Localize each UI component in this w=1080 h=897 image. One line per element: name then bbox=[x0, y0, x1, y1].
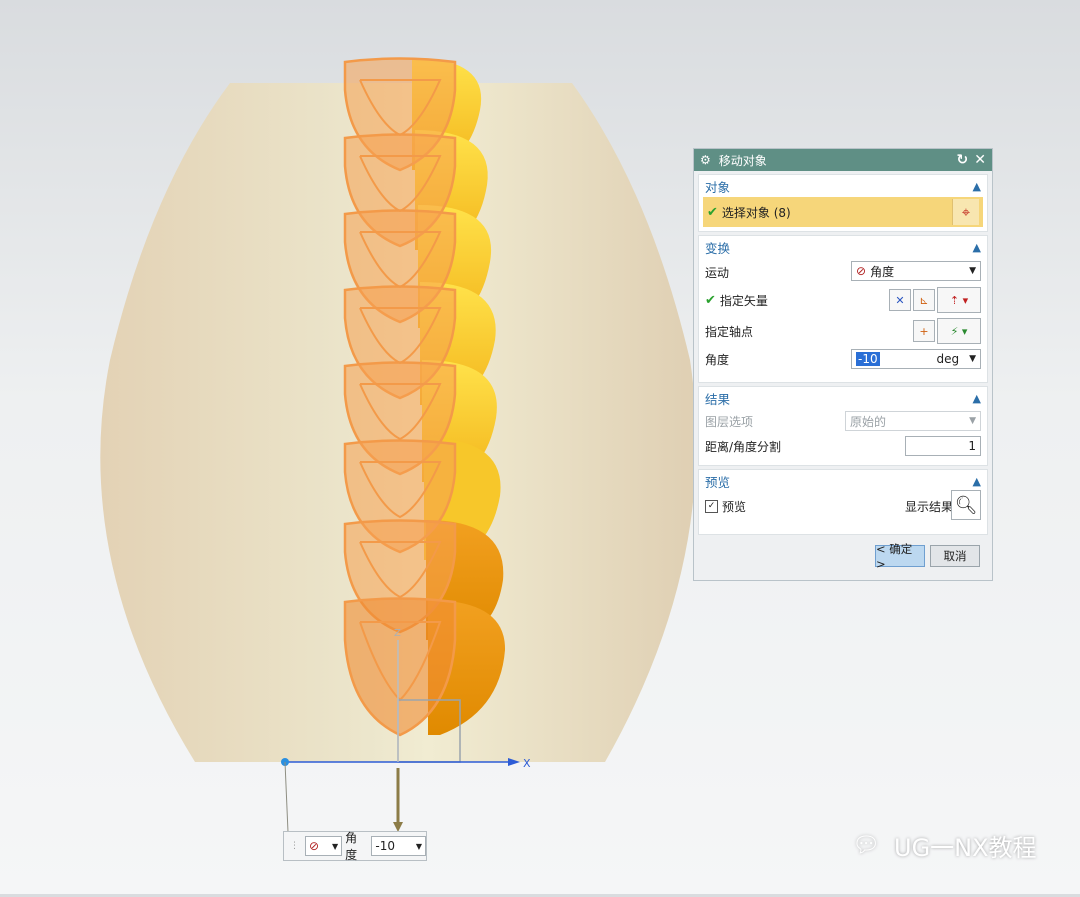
select-object-label: 选择对象 (8) bbox=[721, 205, 791, 220]
point-dialog-icon[interactable]: + bbox=[913, 320, 935, 342]
angle-value[interactable]: -10 bbox=[856, 352, 880, 366]
watermark: 💬︎ UG一NX教程 bbox=[846, 828, 1037, 863]
inferred-point-icon[interactable]: ⚡ ▾ bbox=[937, 318, 981, 344]
select-object-row[interactable]: ✔ 选择对象 (8) ⌖ bbox=[703, 197, 983, 227]
wechat-icon: 💬︎ bbox=[852, 833, 880, 858]
angle-label: 角度 bbox=[705, 352, 730, 367]
angle-motion-icon: ⊘ bbox=[309, 839, 320, 853]
angle-unit: deg bbox=[936, 352, 960, 366]
close-icon[interactable]: ✕ bbox=[974, 152, 986, 168]
pivot-row: 指定轴点 + ⚡ ▾ bbox=[699, 317, 987, 345]
pivot-label: 指定轴点 bbox=[705, 324, 754, 339]
mini-angle-value[interactable]: -10 bbox=[375, 839, 395, 853]
layer-row: 图层选项 原始的 ▼ bbox=[699, 409, 987, 434]
transform-group-header[interactable]: 变换 ▲ bbox=[699, 236, 987, 258]
vector-row: ✔ 指定矢量 ✕ ⊾ ⇡ ▾ bbox=[699, 286, 987, 314]
result-group-header[interactable]: 结果 ▲ bbox=[699, 387, 987, 409]
preview-label: 预览 bbox=[722, 499, 747, 514]
divide-input[interactable]: 1 bbox=[905, 436, 981, 456]
motion-value: 角度 bbox=[870, 264, 895, 279]
inferred-vector-icon[interactable]: ⊾ bbox=[913, 289, 935, 311]
preview-group-header[interactable]: 预览 ▲ bbox=[699, 470, 987, 492]
chevron-down-icon: ▼ bbox=[331, 841, 339, 851]
preview-group-title: 预览 bbox=[705, 474, 731, 490]
handle-leader bbox=[284, 761, 289, 833]
x-axis-label: X bbox=[523, 757, 531, 770]
check-icon: ✔ bbox=[707, 204, 718, 220]
angle-row: 角度 -10 deg ▼ bbox=[699, 345, 987, 373]
dialog-title: 移动对象 bbox=[718, 153, 767, 168]
check-icon: ✔ bbox=[705, 292, 716, 308]
dialog-button-bar: < 确定 > 取消 bbox=[694, 535, 992, 575]
ok-button[interactable]: < 确定 > bbox=[875, 542, 925, 571]
result-group: 结果 ▲ 图层选项 原始的 ▼ 距离/角度分割 1 bbox=[698, 386, 988, 466]
collapse-icon[interactable]: ▲ bbox=[973, 392, 981, 405]
z-axis-label: Z bbox=[394, 628, 401, 639]
chevron-down-icon: ▼ bbox=[415, 841, 422, 851]
motion-row: 运动 ⊘ 角度 ▼ bbox=[699, 258, 987, 286]
angle-input[interactable]: -10 deg ▼ bbox=[851, 349, 981, 369]
preview-group: 预览 ▲ ✓ 预览 显示结果 🔍︎ bbox=[698, 469, 988, 535]
chevron-down-icon: ▼ bbox=[969, 266, 976, 276]
object-group-header[interactable]: 对象 ▲ bbox=[699, 175, 987, 197]
cancel-button[interactable]: 取消 bbox=[930, 545, 980, 567]
chevron-down-icon: ▼ bbox=[969, 416, 976, 426]
layer-select: 原始的 ▼ bbox=[845, 411, 981, 431]
onscreen-input-bar: ⋮ ⊘ ▼ 角度 -10 ▼ bbox=[283, 831, 427, 862]
reset-icon[interactable]: ↻ bbox=[957, 152, 969, 168]
preview-row: ✓ 预览 显示结果 🔍︎ bbox=[699, 490, 987, 520]
crosshair-icon[interactable]: ⌖ bbox=[952, 199, 979, 225]
divide-row: 距离/角度分割 1 bbox=[699, 434, 987, 459]
collapse-icon[interactable]: ▲ bbox=[973, 241, 981, 254]
move-object-dialog: ⚙ 移动对象 ↻ ✕ 对象 ▲ ✔ 选择对象 (8) ⌖ 变换 ▲ 运动 ⊘ 角… bbox=[693, 148, 993, 581]
motion-select[interactable]: ⊘ 角度 ▼ bbox=[851, 261, 981, 281]
reverse-direction-icon[interactable]: ✕ bbox=[889, 289, 911, 311]
show-result-label: 显示结果 bbox=[905, 499, 954, 514]
vector-label: 指定矢量 bbox=[719, 293, 768, 308]
angle-motion-icon: ⊘ bbox=[856, 264, 867, 278]
layer-label: 图层选项 bbox=[705, 415, 754, 429]
layer-value: 原始的 bbox=[850, 414, 887, 429]
motion-mini-select[interactable]: ⊘ ▼ bbox=[305, 836, 343, 856]
chevron-down-icon[interactable]: ▼ bbox=[969, 354, 976, 364]
collapse-icon[interactable]: ▲ bbox=[973, 475, 981, 488]
mini-angle-input[interactable]: -10 ▼ bbox=[371, 836, 426, 856]
transform-group-title: 变换 bbox=[705, 240, 731, 256]
divide-label: 距离/角度分割 bbox=[705, 440, 782, 454]
divide-value[interactable]: 1 bbox=[968, 439, 976, 453]
grip-icon[interactable]: ⋮ bbox=[290, 841, 299, 851]
collapse-icon[interactable]: ▲ bbox=[973, 180, 981, 193]
vector-dialog-icon[interactable]: ⇡ ▾ bbox=[937, 287, 981, 313]
object-group-title: 对象 bbox=[705, 179, 731, 195]
motion-label: 运动 bbox=[705, 265, 730, 280]
object-group: 对象 ▲ ✔ 选择对象 (8) ⌖ bbox=[698, 174, 988, 232]
watermark-text: UG一NX教程 bbox=[894, 834, 1037, 862]
transform-group: 变换 ▲ 运动 ⊘ 角度 ▼ ✔ 指定矢量 ✕ ⊾ ⇡ ▾ 指定轴点 + ⚡ ▾… bbox=[698, 235, 988, 383]
result-group-title: 结果 bbox=[705, 391, 731, 407]
magnifier-icon[interactable]: 🔍︎ bbox=[951, 490, 981, 520]
mini-angle-label: 角度 bbox=[345, 831, 358, 862]
dialog-titlebar[interactable]: ⚙ 移动对象 ↻ ✕ bbox=[694, 149, 992, 171]
gear-icon: ⚙ bbox=[700, 153, 711, 167]
preview-checkbox[interactable]: ✓ bbox=[705, 499, 718, 513]
